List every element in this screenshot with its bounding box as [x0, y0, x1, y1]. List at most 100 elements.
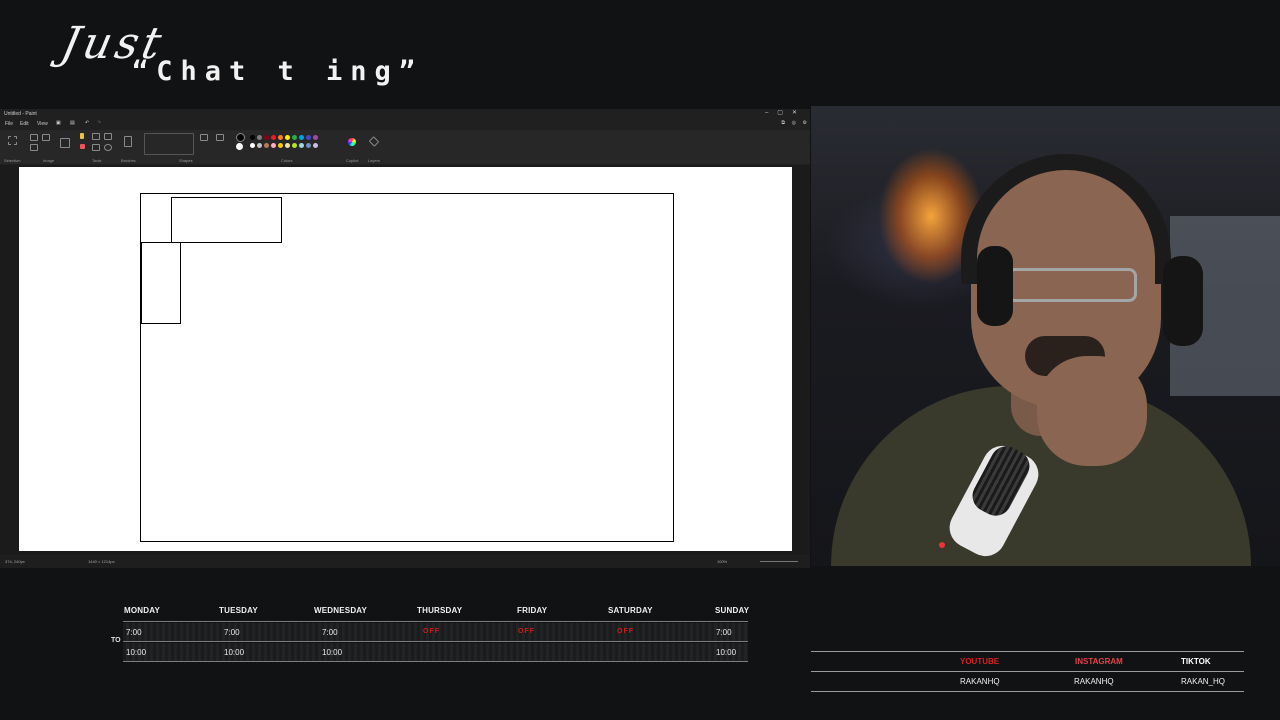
palette-swatch[interactable]: [299, 143, 304, 148]
headphone-left-cup: [977, 246, 1013, 326]
primary-color-swatch[interactable]: [236, 133, 245, 142]
palette-swatch[interactable]: [264, 143, 269, 148]
schedule-day-wednesday: WEDNESDAY: [314, 606, 368, 615]
schedule-start-time: OFF: [423, 628, 440, 635]
schedule-day-saturday: SATURDAY: [608, 606, 653, 615]
streamer-hand: [1037, 356, 1147, 466]
palette-swatch[interactable]: [306, 135, 311, 140]
socials-divider-bottom: [811, 691, 1244, 692]
overlay-title-main: “Chat t ing”: [132, 56, 424, 87]
schedule-day-tuesday: TUESDAY: [219, 606, 258, 615]
window-controls[interactable]: –▢✕: [765, 109, 806, 116]
schedule-day-monday: MONDAY: [124, 606, 161, 615]
cursor-position: 374, 240px: [5, 559, 25, 564]
edit-colors-icon[interactable]: [348, 138, 356, 146]
ribbon-label-colors: Colors: [281, 158, 293, 163]
palette-swatch[interactable]: [271, 135, 276, 140]
shapes-gallery[interactable]: [144, 133, 194, 155]
drawn-rectangle-top: [171, 197, 282, 243]
palette-swatch[interactable]: [313, 135, 318, 140]
share-icon[interactable]: ⧉: [781, 120, 785, 126]
zoom-level[interactable]: 100%: [717, 559, 727, 564]
palette-swatch[interactable]: [250, 135, 255, 140]
zoom-slider[interactable]: [760, 561, 798, 562]
ribbon-label-layers: Layers: [368, 158, 381, 163]
drawn-rectangle-outer: [140, 193, 674, 542]
socials-divider-mid: [811, 671, 1244, 672]
menu-view[interactable]: View: [37, 121, 48, 127]
drawn-rectangle-left: [141, 242, 181, 324]
palette-swatch[interactable]: [299, 135, 304, 140]
palette-swatch[interactable]: [285, 143, 290, 148]
secondary-color-swatch[interactable]: [236, 143, 243, 150]
paint-statusbar: 374, 240px 1440 × 1214px 100%: [0, 556, 810, 568]
open-icon[interactable]: ▤: [70, 120, 75, 126]
drawing-canvas[interactable]: [19, 167, 792, 551]
social-handle-tiktok: RAKAN_HQ: [1181, 677, 1226, 686]
social-handle-youtube: RAKANHQ: [960, 677, 1000, 686]
palette-swatch[interactable]: [271, 143, 276, 148]
schedule-day-thursday: THURSDAY: [417, 606, 463, 615]
settings-icon[interactable]: ⚙: [803, 120, 807, 126]
rotate-icon[interactable]: [30, 144, 38, 151]
paint-titlebar: Untitled - Paint: [4, 111, 37, 117]
palette-swatch[interactable]: [250, 143, 255, 148]
schedule-end-time: 10:00: [322, 648, 343, 657]
fill-icon[interactable]: [92, 133, 100, 140]
resize-icon[interactable]: [42, 134, 50, 141]
palette-swatch[interactable]: [257, 135, 262, 140]
menu-edit[interactable]: Edit: [20, 121, 29, 127]
social-platform-instagram: INSTAGRAM: [1075, 657, 1123, 666]
magnifier-icon[interactable]: [104, 144, 112, 151]
social-handle-instagram: RAKANHQ: [1074, 677, 1114, 686]
schedule-start-time: 7:00: [716, 628, 732, 637]
palette-swatch[interactable]: [292, 135, 297, 140]
webcam-feed: [811, 106, 1280, 566]
save-icon[interactable]: ▣: [56, 120, 61, 126]
selection-tool-icon[interactable]: [8, 136, 17, 145]
schedule-end-band: [123, 643, 748, 661]
canvas-size: 1440 × 1214px: [88, 559, 115, 564]
redo-icon[interactable]: ↷: [97, 120, 101, 126]
schedule-day-sunday: SUNDAY: [715, 606, 750, 615]
palette-swatch[interactable]: [292, 143, 297, 148]
canvas-area: [0, 165, 810, 555]
ribbon-label-image: Image: [43, 158, 55, 163]
crop-icon[interactable]: [30, 134, 38, 141]
image-icon[interactable]: [60, 138, 70, 148]
palette-swatch[interactable]: [278, 143, 283, 148]
outline-icon[interactable]: [200, 134, 208, 141]
schedule-divider-top: [123, 621, 748, 622]
palette-swatch[interactable]: [313, 143, 318, 148]
socials-divider-top: [811, 651, 1244, 652]
schedule-divider-mid: [123, 641, 748, 642]
palette-swatch[interactable]: [285, 135, 290, 140]
ribbon-label-brushes: Brushes: [121, 158, 136, 163]
palette-swatch[interactable]: [306, 143, 311, 148]
schedule-start-time: 7:00: [126, 628, 142, 637]
social-platform-youtube: YOUTUBE: [960, 657, 1000, 666]
eraser-icon[interactable]: [80, 144, 85, 149]
paint-menubar: File Edit View ▣ ▤ ↶ ↷ ⧉ ◎ ⚙: [0, 119, 810, 129]
paint-window: Untitled - Paint –▢✕ File Edit View ▣ ▤ …: [0, 109, 810, 568]
undo-icon[interactable]: ↶: [85, 120, 89, 126]
account-icon[interactable]: ◎: [792, 120, 796, 126]
schedule-end-time: 10:00: [126, 648, 147, 657]
text-icon[interactable]: [104, 133, 112, 140]
social-platform-tiktok: TIKTOK: [1181, 657, 1211, 666]
microphone-led: [939, 542, 945, 548]
fill-shape-icon[interactable]: [216, 134, 224, 141]
schedule-start-time: OFF: [617, 628, 634, 635]
palette-swatch[interactable]: [264, 135, 269, 140]
brush-icon[interactable]: [124, 136, 132, 147]
palette-swatch[interactable]: [257, 143, 262, 148]
menu-file[interactable]: File: [5, 121, 13, 127]
pencil-icon[interactable]: [80, 133, 84, 139]
layers-icon[interactable]: [368, 136, 380, 147]
ribbon-label-tools: Tools: [92, 158, 102, 163]
ribbon-label-shapes: Shapes: [179, 158, 193, 163]
color-picker-icon[interactable]: [92, 144, 100, 151]
schedule-end-time: 10:00: [224, 648, 245, 657]
ribbon-label-selection: Selection: [4, 158, 21, 163]
palette-swatch[interactable]: [278, 135, 283, 140]
